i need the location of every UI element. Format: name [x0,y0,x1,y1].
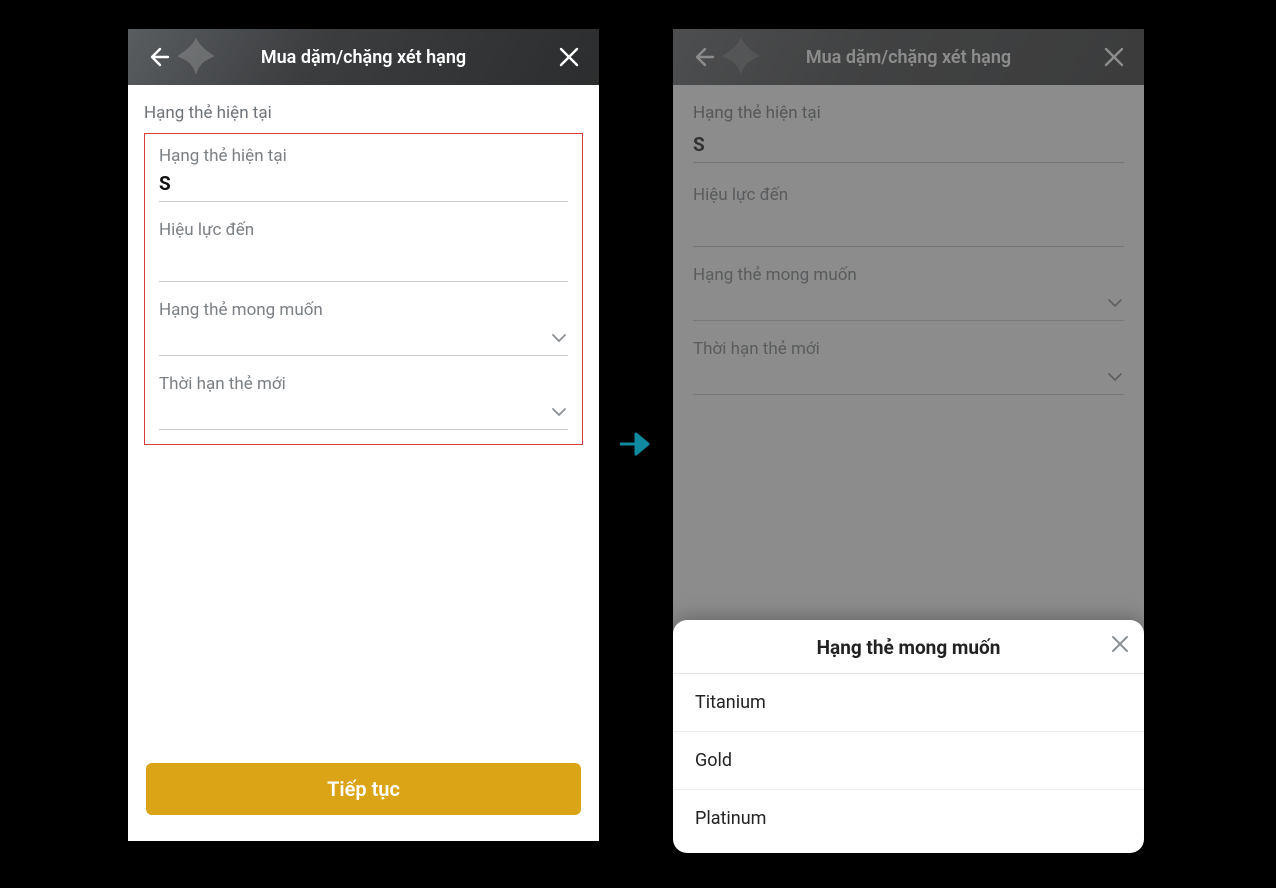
dropdown-new-expiry[interactable] [159,400,568,430]
bottom-sheet: Hạng thẻ mong muốn Titanium Gold Platinu… [673,620,1144,853]
phone-right: Mua dặm/chặng xét hạng Hạng thẻ hiện tại… [673,29,1144,853]
arrow-right-icon [618,430,654,458]
continue-button[interactable]: Tiếp tục [146,763,581,815]
field-label: Hạng thẻ hiện tại [159,146,568,166]
arrow-left-icon [146,45,170,69]
sheet-close-button[interactable] [1110,634,1130,654]
phone-left: Mua dặm/chặng xét hạng Hạng thẻ hiện tại… [128,29,599,841]
field-label: Thời hạn thẻ mới [159,374,568,394]
field-value-valid-until [159,246,568,282]
form-content: Hạng thẻ hiện tại Hạng thẻ hiện tại S Hi… [128,85,599,445]
sheet-header: Hạng thẻ mong muốn [673,620,1144,674]
close-icon [1110,634,1130,654]
sheet-option-titanium[interactable]: Titanium [673,674,1144,732]
dropdown-desired-tier[interactable] [159,326,568,356]
form-highlight-box: Hạng thẻ hiện tại S Hiệu lực đến Hạng th… [144,133,583,445]
field-label: Hạng thẻ mong muốn [159,300,568,320]
field-label: Hiệu lực đến [159,220,568,240]
sheet-title: Hạng thẻ mong muốn [817,636,1001,659]
field-valid-until[interactable]: Hiệu lực đến [159,220,568,282]
close-icon [558,46,580,68]
field-new-expiry[interactable]: Thời hạn thẻ mới [159,374,568,430]
field-desired-tier[interactable]: Hạng thẻ mong muốn [159,300,568,356]
field-value-current-tier: S [159,172,568,202]
transition-arrow [618,430,654,458]
navbar: Mua dặm/chặng xét hạng [128,29,599,85]
section-label: Hạng thẻ hiện tại [144,103,583,123]
sheet-option-platinum[interactable]: Platinum [673,790,1144,847]
field-current-tier: Hạng thẻ hiện tại S [159,146,568,202]
close-button[interactable] [555,43,583,71]
navbar-title: Mua dặm/chặng xét hạng [172,47,555,68]
chevron-down-icon [550,329,568,347]
chevron-down-icon [550,403,568,421]
back-button[interactable] [144,43,172,71]
sheet-option-gold[interactable]: Gold [673,732,1144,790]
